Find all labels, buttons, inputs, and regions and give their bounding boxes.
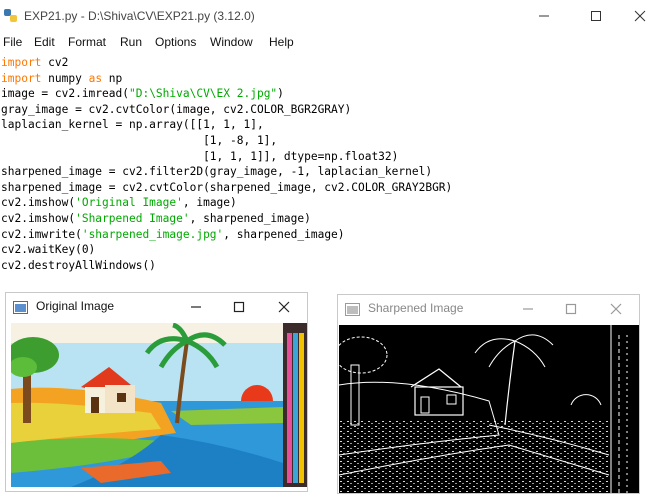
- window-app-icon: [13, 301, 28, 314]
- code-token: [1, 1, 1]], dtype=np.float32): [1, 149, 399, 163]
- code-token: sharpened_image = cv2.cvtColor(sharpened…: [1, 180, 453, 194]
- code-token: , sharpened_image): [189, 212, 311, 225]
- code-token: numpy: [41, 71, 89, 85]
- original-image-window: Original Image: [5, 292, 308, 492]
- minimize-button[interactable]: [522, 4, 566, 28]
- code-token: cv2.waitKey(0): [1, 243, 96, 257]
- sharpened-image-window: Sharpened Image: [337, 294, 640, 494]
- code-token: cv2: [41, 56, 69, 69]
- code-token: , image): [182, 196, 237, 210]
- menu-window[interactable]: Window: [210, 35, 253, 49]
- python-icon: [4, 9, 17, 22]
- menu-options[interactable]: Options: [155, 35, 196, 49]
- code-line: laplacian_kernel = np.array([[1, 1, 1],: [1, 117, 264, 133]
- code-line: cv2.imshow('Original Image', image): [1, 195, 237, 211]
- code-token: laplacian_kernel = np.array([[1, 1, 1],: [1, 118, 264, 132]
- menu-bar: File Edit Format Run Options Window Help: [0, 32, 654, 52]
- keyword-token: import: [1, 71, 42, 85]
- code-line: cv2.imwrite('sharpened_image.jpg', sharp…: [1, 227, 345, 243]
- code-line: import cv2: [1, 55, 68, 71]
- string-token: 'Sharpened Image': [75, 212, 190, 225]
- code-line: import numpy as np: [1, 71, 122, 87]
- maximize-icon: [233, 301, 245, 313]
- sharpened-edge-image: [339, 325, 639, 493]
- keyword-token: as: [88, 71, 103, 85]
- sharpened-minimize-button[interactable]: [513, 299, 543, 319]
- code-line: [1, -8, 1],: [1, 133, 277, 149]
- code-token: , sharpened_image): [223, 227, 345, 241]
- code-token: cv2.imwrite(: [1, 227, 82, 241]
- code-editor[interactable]: import cv2 import numpy as np image = cv2.…: [0, 55, 654, 290]
- string-token: 'Original Image': [75, 196, 183, 210]
- original-minimize-button[interactable]: [181, 297, 211, 317]
- minimize-icon: [191, 306, 201, 308]
- code-token: gray_image = cv2.cvtColor(image, cv2.COL…: [1, 102, 352, 116]
- close-icon: [610, 303, 622, 315]
- code-token: sharpened_image = cv2.filter2D(gray_imag…: [1, 165, 433, 179]
- code-line: cv2.imshow('Sharpened Image', sharpened_…: [1, 211, 311, 227]
- maximize-icon: [565, 303, 577, 315]
- code-token: ): [277, 87, 284, 101]
- menu-run[interactable]: Run: [120, 35, 142, 49]
- code-line: sharpened_image = cv2.filter2D(gray_imag…: [1, 164, 432, 180]
- minimize-icon: [523, 308, 533, 310]
- sharpened-window-title: Sharpened Image: [368, 301, 464, 315]
- code-line: gray_image = cv2.cvtColor(image, cv2.COL…: [1, 102, 351, 118]
- close-icon: [634, 10, 646, 22]
- menu-file[interactable]: File: [3, 35, 22, 49]
- sharpened-close-button[interactable]: [601, 299, 631, 319]
- code-line: cv2.waitKey(0): [1, 242, 95, 258]
- keyword-token: import: [1, 56, 42, 69]
- code-line: cv2.destroyAllWindows(): [1, 258, 156, 274]
- string-token: 'sharpened_image.jpg': [81, 227, 224, 241]
- code-line: [1, 1, 1]], dtype=np.float32): [1, 149, 398, 165]
- maximize-icon: [591, 11, 601, 21]
- string-token: "D:\Shiva\CV\EX 2.jpg": [128, 87, 278, 101]
- sharpened-maximize-button[interactable]: [556, 299, 586, 319]
- original-close-button[interactable]: [269, 297, 299, 317]
- code-token: [1, -8, 1],: [1, 134, 278, 147]
- code-line: sharpened_image = cv2.cvtColor(sharpened…: [1, 180, 452, 196]
- close-icon: [278, 301, 290, 313]
- code-token: cv2.destroyAllWindows(): [1, 258, 156, 272]
- original-maximize-button[interactable]: [224, 297, 254, 317]
- code-token: image = cv2.imread(: [1, 87, 129, 101]
- maximize-button[interactable]: [574, 4, 618, 28]
- menu-help[interactable]: Help: [269, 35, 294, 49]
- close-button[interactable]: [618, 4, 654, 28]
- original-window-title: Original Image: [36, 299, 115, 313]
- editor-title: EXP21.py - D:\Shiva\CV\EXP21.py (3.12.0): [24, 9, 255, 23]
- code-line: image = cv2.imread("D:\Shiva\CV\EX 2.jpg…: [1, 86, 284, 102]
- original-landscape-image: [11, 323, 307, 487]
- minimize-icon: [539, 15, 549, 17]
- editor-title-bar[interactable]: EXP21.py - D:\Shiva\CV\EXP21.py (3.12.0): [0, 0, 654, 32]
- code-token: cv2.imshow(: [1, 212, 76, 225]
- menu-edit[interactable]: Edit: [34, 35, 55, 49]
- window-app-icon: [345, 303, 360, 316]
- code-token: np: [102, 71, 123, 85]
- menu-format[interactable]: Format: [68, 35, 106, 49]
- code-token: cv2.imshow(: [1, 196, 76, 210]
